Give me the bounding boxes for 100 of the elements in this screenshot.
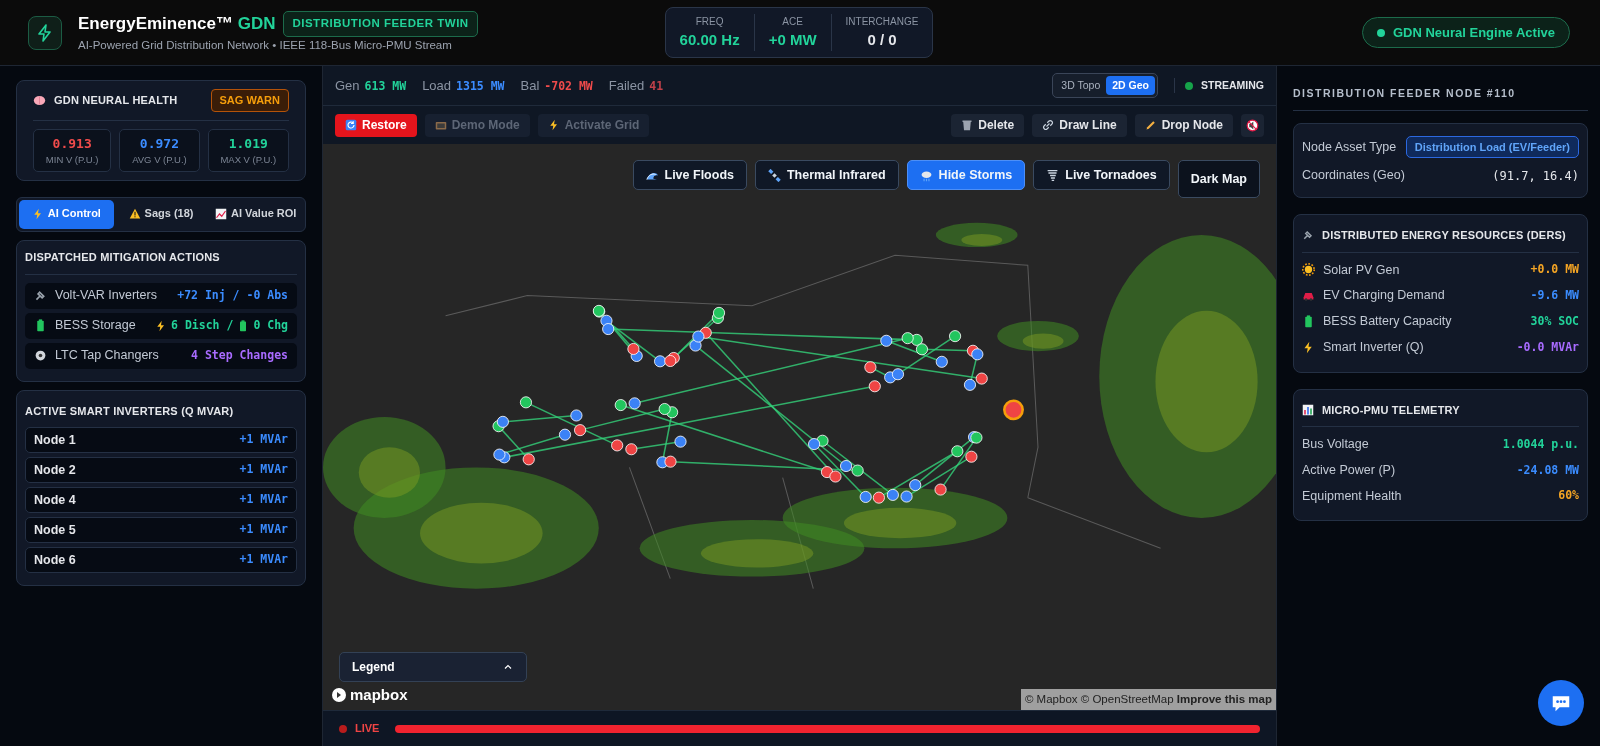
panel-title: ACTIVE SMART INVERTERS (Q MVAR) xyxy=(25,403,235,419)
node-name: Node 5 xyxy=(34,521,76,539)
stat-label: Bal xyxy=(520,77,540,93)
bar-chart-icon xyxy=(1302,403,1314,416)
engine-status-pill: GDN Neural Engine Active xyxy=(1361,16,1570,49)
inverter-row[interactable]: Node 5 +1 MVAr xyxy=(25,517,297,543)
stat-value: 0.913 xyxy=(51,134,93,153)
stat-label: MIN V (P.U.) xyxy=(44,153,100,167)
tab[interactable]: Sags (18) xyxy=(113,200,209,229)
stat-value: -702 MW xyxy=(544,78,593,93)
view-tab[interactable]: 2D Geo xyxy=(1106,75,1155,96)
metric-label: INTERCHANGE xyxy=(845,14,919,29)
improve-map-link[interactable]: Improve this map xyxy=(1176,692,1272,705)
stat-value: 613 MW xyxy=(364,78,407,93)
stat-value: 41 xyxy=(649,78,664,93)
chart-icon xyxy=(214,207,227,220)
mode-badge: DISTRIBUTION FEEDER TWIN xyxy=(283,11,478,37)
node-value: +1 MVAr xyxy=(239,551,288,569)
panel-title: DISPATCHED MITIGATION ACTIONS xyxy=(25,249,297,275)
stat-value: 1.019 xyxy=(227,134,269,153)
node-name: Node 2 xyxy=(34,461,76,479)
chat-button[interactable] xyxy=(1538,680,1584,726)
action-value: 0 Chg xyxy=(253,316,288,334)
metric-label: FREQ xyxy=(694,14,725,29)
tab[interactable]: AI Control xyxy=(19,200,114,229)
stat-value: 0.972 xyxy=(138,134,180,153)
tab[interactable]: AI Value ROI xyxy=(208,200,303,229)
node-value: +1 MVAr xyxy=(239,521,288,539)
metric-label: BESS Battery Capacity xyxy=(1323,313,1452,330)
battery-icon xyxy=(34,319,47,332)
tv-icon xyxy=(434,119,447,131)
stat-label: Load xyxy=(422,77,452,93)
metric-label: ACE xyxy=(781,14,804,29)
layer-toggle[interactable]: Hide Storms xyxy=(906,160,1026,190)
metric-value: 0 / 0 xyxy=(866,29,898,50)
battery-icon xyxy=(1302,314,1315,328)
app-subtitle: AI-Powered Grid Distribution Network • IEEE 118-Bus Micro-PMU Stream xyxy=(78,37,453,53)
metric-value: -9.6 MW xyxy=(1530,287,1579,304)
link-icon xyxy=(1042,119,1055,131)
layer-toggle[interactable]: Live Tornadoes xyxy=(1033,160,1170,190)
view-tab[interactable]: 3D Topo xyxy=(1055,75,1107,96)
bolt-logo-icon xyxy=(28,15,62,50)
metric-label: Smart Inverter (Q) xyxy=(1323,338,1424,356)
legend-label: Legend xyxy=(352,659,395,676)
metric-value: +0.0 MW xyxy=(1530,261,1579,279)
node-name: Node 6 xyxy=(34,551,76,569)
node-name: Node 1 xyxy=(34,431,76,449)
action-value: 6 Disch / xyxy=(171,316,234,334)
warning-badge: SAG WARN xyxy=(210,89,289,112)
coordinates-value: (91.7, 16.4) xyxy=(1492,167,1579,185)
sun-icon xyxy=(1302,263,1315,277)
stat-value: 1315 MW xyxy=(456,78,505,93)
brain-icon xyxy=(33,93,46,107)
stat-label: Gen xyxy=(335,77,360,93)
metric-label: Active Power (P) xyxy=(1302,461,1396,479)
bolt-icon xyxy=(547,119,560,131)
mapbox-logo-text: mapbox xyxy=(350,684,408,705)
metric-value: 1.0044 p.u. xyxy=(1502,435,1579,453)
satellite-icon xyxy=(767,168,781,182)
legend-toggle[interactable]: Legend xyxy=(339,652,527,682)
toolbar-button[interactable]: Restore xyxy=(335,113,417,137)
action-label: BESS Storage xyxy=(55,317,136,335)
layer-toggle[interactable]: Dark Map xyxy=(1177,160,1260,198)
metric-label: Bus Voltage xyxy=(1302,436,1369,453)
action-value: +72 Inj / -0 Abs xyxy=(177,286,288,304)
metric-value: +0 MW xyxy=(768,29,817,50)
toolbar-button[interactable]: Drop Node xyxy=(1134,113,1233,137)
toolbar-button[interactable]: Delete xyxy=(951,113,1025,137)
map-view[interactable]: Live Floods Thermal Infrared Hide Storms Live Tornadoes Dark Map Legend mapbox © Mapbox © OpenStreetMap Improve this map xyxy=(323,144,1276,710)
panel-title: DISTRIBUTION FEEDER NODE #110 xyxy=(1293,80,1588,111)
inverter-row[interactable]: Node 4 +1 MVAr xyxy=(25,487,297,513)
action-value: 4 Step Changes xyxy=(191,346,288,364)
live-dot xyxy=(339,724,347,733)
panel-title: GDN NEURAL HEALTH xyxy=(54,93,178,108)
inverter-row[interactable]: Node 2 +1 MVAr xyxy=(25,457,297,483)
inverter-row[interactable]: Node 6 +1 MVAr xyxy=(25,547,297,573)
app-title: EnergyEminence™ GDN xyxy=(78,13,276,36)
action-label: LTC Tap Changers xyxy=(55,347,159,365)
asset-type-badge: Distribution Load (EV/Feeder) xyxy=(1405,135,1579,159)
panel-title: DISTRIBUTED ENERGY RESOURCES (DERS) xyxy=(1322,228,1566,243)
inverter-row[interactable]: Node 1 +1 MVAr xyxy=(25,427,297,453)
map-attribution: © Mapbox © OpenStreetMap Improve this map xyxy=(1020,688,1276,710)
node-value: +1 MVAr xyxy=(239,461,288,479)
node-value: +1 MVAr xyxy=(239,491,288,509)
metric-label: Equipment Health xyxy=(1302,487,1402,505)
bolt-icon xyxy=(31,207,44,220)
gear-icon xyxy=(34,349,47,362)
layer-toggle[interactable]: Live Floods xyxy=(632,160,747,190)
refresh-icon xyxy=(345,119,357,131)
layer-toggle[interactable]: Thermal Infrared xyxy=(754,160,899,190)
node-name: Node 4 xyxy=(34,491,76,509)
metric-value: -0.0 MVAr xyxy=(1516,338,1579,356)
metric-label: Solar PV Gen xyxy=(1323,261,1400,279)
mute-button[interactable] xyxy=(1241,113,1264,137)
stat-label: MAX V (P.U.) xyxy=(219,153,278,167)
node-value: +1 MVAr xyxy=(239,431,288,449)
stat-label: AVG V (P.U.) xyxy=(131,153,188,167)
toolbar-button[interactable]: Draw Line xyxy=(1032,113,1127,137)
metric-label: EV Charging Demand xyxy=(1323,287,1445,305)
stream-status: STREAMING xyxy=(1201,77,1264,93)
